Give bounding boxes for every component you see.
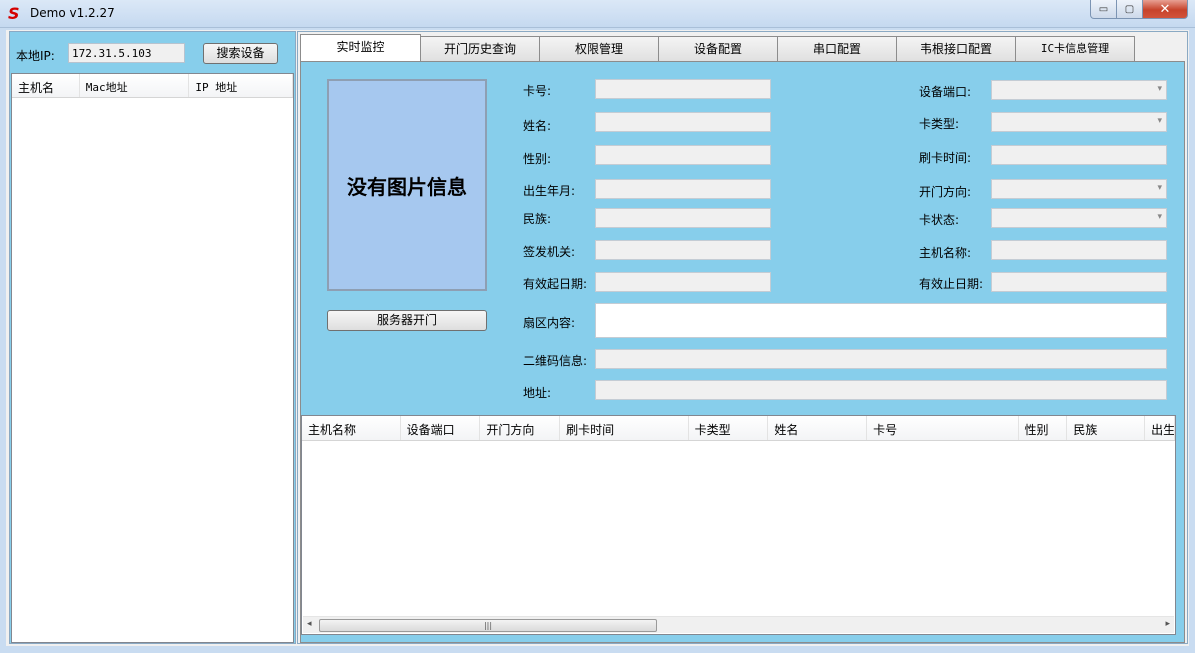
name-field[interactable] (595, 112, 771, 132)
tab-realtime-monitor[interactable]: 实时监控 (300, 34, 421, 61)
maximize-icon: ▢ (1124, 3, 1135, 15)
issuer-label: 签发机关: (523, 245, 576, 259)
main-panel: 实时监控 开门历史查询 权限管理 设备配置 串口配置 韦根接口配置 IC卡信息管… (297, 31, 1188, 644)
minimize-icon: ▭ (1098, 3, 1109, 15)
tab-strip: 实时监控 开门历史查询 权限管理 设备配置 串口配置 韦根接口配置 IC卡信息管… (300, 34, 1135, 61)
host-name-label: 主机名称: (919, 246, 972, 260)
realtime-monitor-page: 没有图片信息 服务器开门 卡号: 姓名: 性别: 出生年月: 民族: 签发机关:… (300, 61, 1185, 643)
ethnicity-label: 民族: (523, 212, 552, 226)
valid-to-field[interactable] (991, 272, 1167, 292)
sector-content-field[interactable] (595, 303, 1167, 338)
column-name[interactable]: 姓名 (768, 416, 868, 440)
valid-from-field[interactable] (595, 272, 771, 292)
tab-wiegand-config[interactable]: 韦根接口配置 (896, 36, 1016, 61)
window-title: Demo v1.2.27 (30, 6, 115, 20)
maximize-button[interactable]: ▢ (1117, 0, 1143, 19)
column-host-name[interactable]: 主机名称 (302, 416, 401, 440)
address-field[interactable] (595, 380, 1167, 400)
swipe-records-list[interactable]: 主机名称 设备端口 开门方向 刷卡时间 卡类型 姓名 卡号 性别 民族 出生 ◂… (301, 415, 1176, 635)
scroll-left-icon[interactable]: ◂ (307, 619, 312, 629)
device-list[interactable]: 主机名 Mac地址 IP 地址 (11, 73, 294, 643)
title-bar: S Demo v1.2.27 ▭ ▢ ✕ (0, 0, 1195, 28)
card-number-label: 卡号: (523, 84, 552, 98)
name-label: 姓名: (523, 119, 552, 133)
column-ethnicity[interactable]: 民族 (1067, 416, 1146, 440)
address-label: 地址: (523, 386, 552, 400)
valid-from-label: 有效起日期: (523, 277, 588, 291)
card-number-field[interactable] (595, 79, 771, 99)
tab-serial-config[interactable]: 串口配置 (777, 36, 897, 61)
ethnicity-field[interactable] (595, 208, 771, 228)
search-devices-button[interactable]: 搜索设备 (203, 43, 278, 64)
local-ip-label: 本地IP: (16, 49, 55, 63)
close-icon: ✕ (1159, 1, 1171, 17)
qrcode-info-label: 二维码信息: (523, 354, 588, 368)
device-list-header: 主机名 Mac地址 IP 地址 (12, 74, 293, 98)
issuer-field[interactable] (595, 240, 771, 260)
card-type-select[interactable] (991, 112, 1167, 132)
device-port-select[interactable] (991, 80, 1167, 100)
tab-permissions[interactable]: 权限管理 (539, 36, 659, 61)
door-direction-label: 开门方向: (919, 185, 972, 199)
close-button[interactable]: ✕ (1143, 0, 1188, 19)
card-state-select[interactable] (991, 208, 1167, 228)
column-host-name[interactable]: 主机名 (12, 74, 80, 97)
column-birth[interactable]: 出生 (1145, 416, 1175, 440)
column-gender[interactable]: 性别 (1019, 416, 1068, 440)
gender-label: 性别: (523, 152, 552, 166)
valid-to-label: 有效止日期: (919, 277, 984, 291)
column-device-port[interactable]: 设备端口 (401, 416, 481, 440)
gender-field[interactable] (595, 145, 771, 165)
tab-device-config[interactable]: 设备配置 (658, 36, 778, 61)
local-ip-field[interactable]: 172.31.5.103 (68, 43, 185, 63)
tab-door-history[interactable]: 开门历史查询 (420, 36, 540, 61)
minimize-button[interactable]: ▭ (1090, 0, 1117, 19)
records-header: 主机名称 设备端口 开门方向 刷卡时间 卡类型 姓名 卡号 性别 民族 出生 (302, 416, 1175, 441)
window-controls: ▭ ▢ ✕ (1090, 0, 1188, 20)
column-card-type[interactable]: 卡类型 (689, 416, 769, 440)
column-mac-address[interactable]: Mac地址 (80, 74, 190, 97)
card-type-label: 卡类型: (919, 117, 960, 131)
device-port-label: 设备端口: (919, 85, 972, 99)
host-name-field[interactable] (991, 240, 1167, 260)
door-direction-select[interactable] (991, 179, 1167, 199)
device-panel: 本地IP: 172.31.5.103 搜索设备 主机名 Mac地址 IP 地址 (9, 31, 296, 644)
card-photo: 没有图片信息 (327, 79, 487, 291)
photo-placeholder-text: 没有图片信息 (347, 174, 467, 199)
horizontal-scrollbar[interactable]: ◂ ||| ▸ (303, 616, 1174, 633)
column-swipe-time[interactable]: 刷卡时间 (560, 416, 689, 440)
window-client: 本地IP: 172.31.5.103 搜索设备 主机名 Mac地址 IP 地址 … (6, 30, 1189, 646)
swipe-time-field[interactable] (991, 145, 1167, 165)
scroll-right-icon[interactable]: ▸ (1165, 619, 1170, 629)
column-card-number[interactable]: 卡号 (867, 416, 1019, 440)
qrcode-info-field[interactable] (595, 349, 1167, 369)
tab-ic-card-management[interactable]: IC卡信息管理 (1015, 36, 1135, 61)
card-state-label: 卡状态: (919, 213, 960, 227)
birth-date-field[interactable] (595, 179, 771, 199)
column-door-direction[interactable]: 开门方向 (480, 416, 561, 440)
column-ip-address[interactable]: IP 地址 (189, 74, 293, 97)
scroll-thumb[interactable]: ||| (319, 619, 657, 632)
sector-content-label: 扇区内容: (523, 316, 576, 330)
swipe-time-label: 刷卡时间: (919, 151, 972, 165)
birth-date-label: 出生年月: (523, 184, 576, 198)
app-logo-icon: S (8, 4, 20, 23)
server-open-door-button[interactable]: 服务器开门 (327, 310, 487, 331)
